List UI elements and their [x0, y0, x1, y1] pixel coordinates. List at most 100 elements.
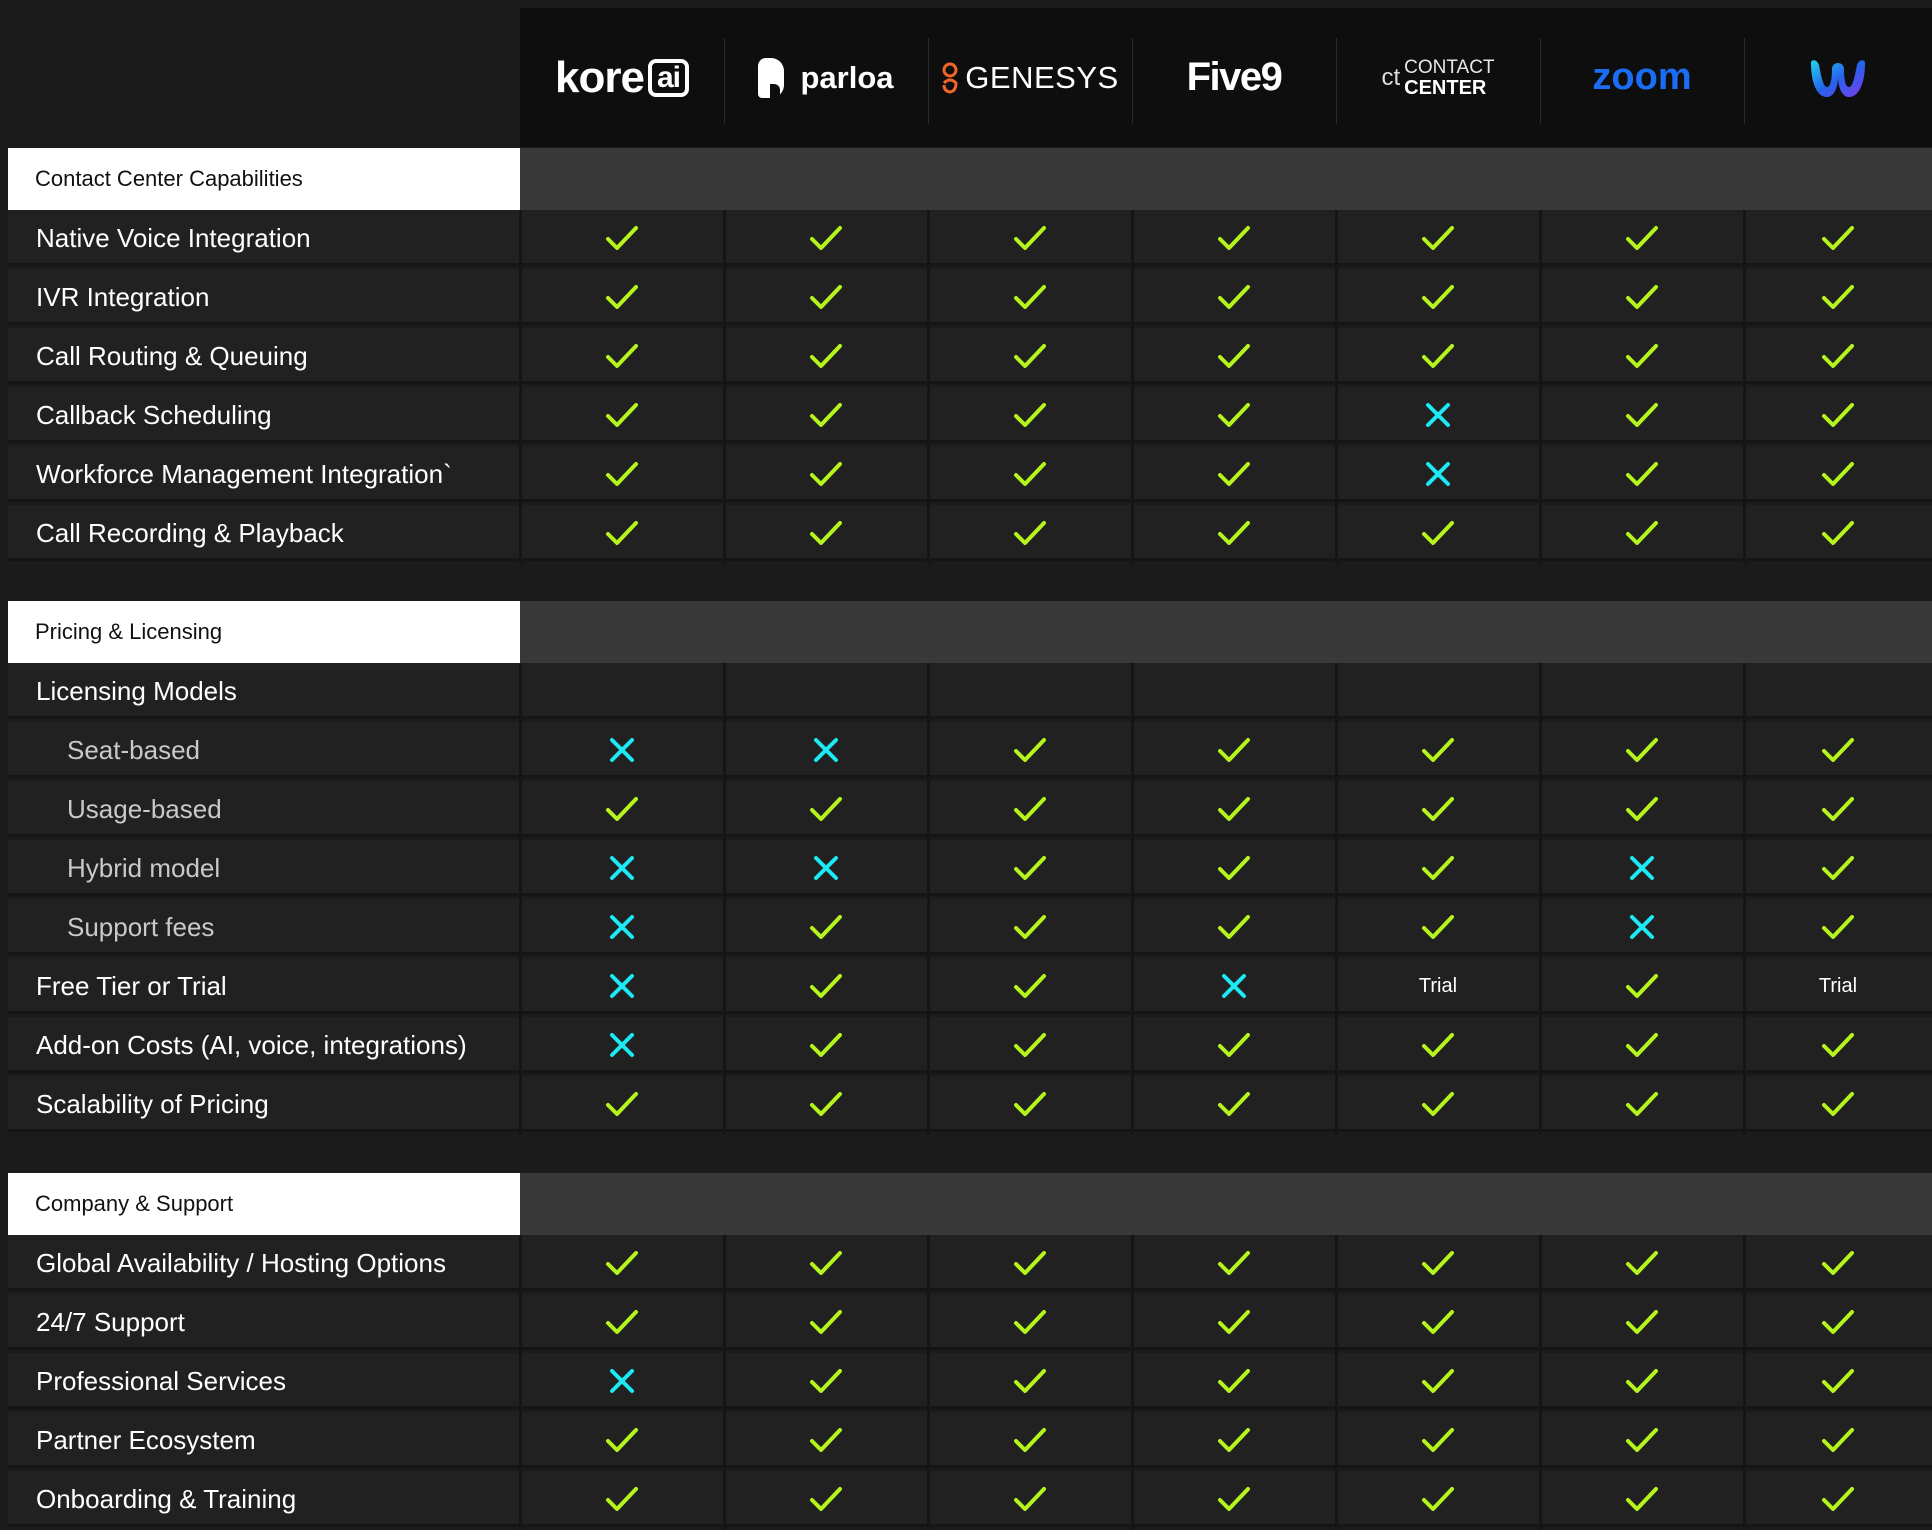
- check-icon: [1626, 1310, 1658, 1334]
- check-icon: [1822, 1369, 1854, 1393]
- table-cell: [520, 1076, 724, 1132]
- table-cell: [1540, 722, 1744, 778]
- section-header: Company & Support: [8, 1173, 520, 1235]
- cross-icon: [610, 915, 634, 939]
- column-divider: [723, 1235, 726, 1530]
- table-cell: [1132, 663, 1336, 719]
- row-label: Support fees: [67, 911, 215, 942]
- check-icon: [1014, 797, 1046, 821]
- row-label: Add-on Costs (AI, voice, integrations): [36, 1029, 467, 1060]
- table-cell: [1540, 1017, 1744, 1073]
- section-header-fill: [520, 148, 1932, 210]
- table-cell: [724, 899, 928, 955]
- table-cell: [520, 328, 724, 384]
- table-cell: [1744, 1294, 1932, 1350]
- table-cell: [1744, 1412, 1932, 1468]
- table-cell: [1132, 958, 1336, 1014]
- table-cell: [1540, 505, 1744, 561]
- table-cell: [928, 958, 1132, 1014]
- table-cell: [1540, 1235, 1744, 1291]
- check-icon: [810, 344, 842, 368]
- table-cell: [520, 899, 724, 955]
- table-cell: [1540, 387, 1744, 443]
- check-icon: [1218, 462, 1250, 486]
- table-cell: [928, 446, 1132, 502]
- vendor-logo-five9: Five9: [1132, 8, 1336, 147]
- check-icon: [1422, 1092, 1454, 1116]
- table-cell: [1744, 722, 1932, 778]
- table-cell: [1132, 722, 1336, 778]
- table-cell: [928, 210, 1132, 266]
- table-cell: [1744, 840, 1932, 896]
- section-header: Pricing & Licensing: [8, 601, 520, 663]
- table-cell: [520, 1235, 724, 1291]
- table-cell: [724, 1076, 928, 1132]
- check-icon: [1422, 738, 1454, 762]
- check-icon: [606, 285, 638, 309]
- ct-contact-center-logo: ct CONTACT CENTER: [1381, 56, 1495, 99]
- table-cell: [724, 781, 928, 837]
- check-icon: [1422, 521, 1454, 545]
- check-icon: [810, 1033, 842, 1057]
- check-icon: [810, 403, 842, 427]
- check-icon: [1422, 915, 1454, 939]
- cross-icon: [610, 974, 634, 998]
- genesys-mark-icon: [942, 62, 958, 94]
- table-cell: [724, 269, 928, 325]
- table-cell: [1744, 1235, 1932, 1291]
- vendor-logo-genesys: GENESYS: [928, 8, 1132, 147]
- table-cell: [520, 269, 724, 325]
- check-icon: [606, 1310, 638, 1334]
- row-label: Scalability of Pricing: [36, 1088, 269, 1119]
- table-cell: [1336, 1294, 1540, 1350]
- cross-icon: [1630, 856, 1654, 880]
- table-cell: [724, 722, 928, 778]
- table-cell: [928, 1294, 1132, 1350]
- table-cell: [1744, 1471, 1932, 1527]
- check-icon: [1626, 797, 1658, 821]
- check-icon: [1822, 738, 1854, 762]
- table-cell: [1540, 446, 1744, 502]
- table-cell: [1540, 899, 1744, 955]
- table-cell: [1336, 663, 1540, 719]
- table-cell: [1132, 781, 1336, 837]
- table-cell: [1132, 1353, 1336, 1409]
- table-cell: [928, 899, 1132, 955]
- check-icon: [606, 1092, 638, 1116]
- column-divider: [519, 210, 522, 564]
- row-label: Partner Ecosystem: [36, 1424, 256, 1455]
- check-icon: [1218, 403, 1250, 427]
- table-cell: [1540, 269, 1744, 325]
- row-label: Call Recording & Playback: [36, 517, 344, 548]
- column-divider: [1743, 663, 1746, 1135]
- vendor-logo-parloa: parloa: [724, 8, 928, 147]
- check-icon: [1822, 1310, 1854, 1334]
- table-cell: [928, 663, 1132, 719]
- check-icon: [1422, 1487, 1454, 1511]
- genesys-logo: GENESYS: [941, 60, 1118, 96]
- table-cell: [928, 387, 1132, 443]
- table-cell: [724, 1412, 928, 1468]
- table-cell: [1132, 1076, 1336, 1132]
- check-icon: [1014, 1092, 1046, 1116]
- table-cell: [1744, 446, 1932, 502]
- check-icon: [1822, 1428, 1854, 1452]
- parloa-logo: parloa: [758, 57, 894, 98]
- check-icon: [810, 1428, 842, 1452]
- table-cell: [520, 1412, 724, 1468]
- check-icon: [1626, 462, 1658, 486]
- header-divider: [1744, 38, 1745, 124]
- check-icon: [1218, 856, 1250, 880]
- check-icon: [1014, 856, 1046, 880]
- row-label: Usage-based: [67, 793, 222, 824]
- table-cell: [520, 210, 724, 266]
- row-label: Professional Services: [36, 1365, 286, 1396]
- check-icon: [1014, 1310, 1046, 1334]
- check-icon: [1014, 974, 1046, 998]
- row-label: Callback Scheduling: [36, 399, 272, 430]
- check-icon: [1218, 1033, 1250, 1057]
- table-cell: [724, 1235, 928, 1291]
- cell-text: Trial: [1418, 974, 1458, 997]
- table-cell: [1336, 1471, 1540, 1527]
- table-cell: [1336, 328, 1540, 384]
